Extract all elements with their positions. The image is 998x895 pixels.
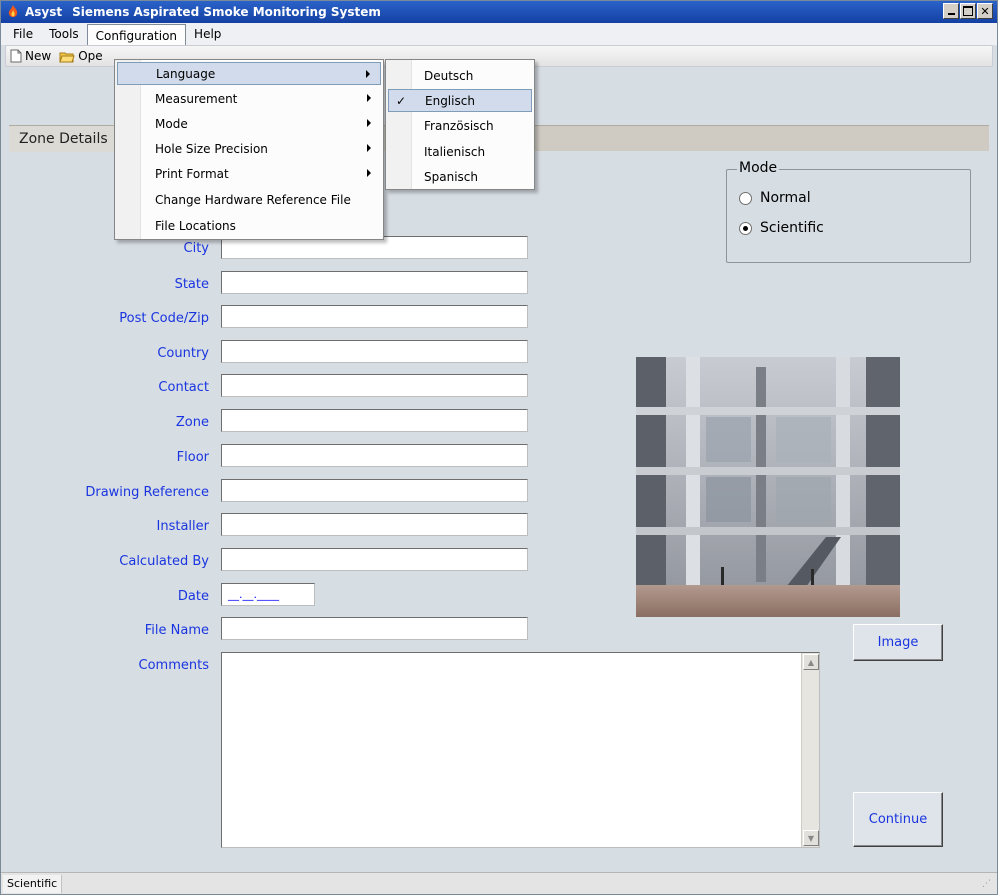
app-name: Asyst <box>25 5 63 19</box>
mode-normal-label: Normal <box>760 190 811 206</box>
app-window: Asyst Siemens Aspirated Smoke Monitoring… <box>0 0 998 895</box>
arrow-up-icon: ▲ <box>807 657 815 667</box>
continue-button[interactable]: Continue <box>853 792 943 847</box>
mode-group: Mode Normal Scientific <box>726 160 971 263</box>
new-button[interactable]: New <box>6 49 55 63</box>
open-folder-icon <box>59 52 75 62</box>
resize-grip-icon[interactable]: ⋰ <box>982 879 994 891</box>
menu-bar: File Tools Configuration Help <box>1 23 997 46</box>
title-bar[interactable]: Asyst Siemens Aspirated Smoke Monitoring… <box>1 1 997 23</box>
checkmark-icon: ✓ <box>396 94 407 108</box>
language-deutsch-item[interactable]: Deutsch <box>388 64 532 87</box>
post-code-label: Post Code/Zip <box>119 311 209 326</box>
language-englisch-item[interactable]: ✓ Englisch <box>388 89 532 112</box>
menu-item-label: Print Format <box>155 166 229 181</box>
flame-icon <box>5 4 21 20</box>
mode-scientific-label: Scientific <box>760 220 824 236</box>
config-measurement-item[interactable]: Measurement <box>117 87 381 110</box>
radio-checked-icon <box>739 221 752 235</box>
menu-configuration[interactable]: Configuration <box>86 24 187 46</box>
status-text: Scientific <box>3 874 63 893</box>
mode-scientific-radio[interactable]: Scientific <box>739 220 824 236</box>
maximize-button[interactable] <box>960 3 976 19</box>
city-label: City <box>183 241 209 256</box>
submenu-arrow-icon <box>367 144 371 152</box>
menu-item-label: Measurement <box>155 91 238 106</box>
submenu-arrow-icon <box>367 169 371 177</box>
drawing-reference-field[interactable] <box>221 479 528 502</box>
country-field[interactable] <box>221 340 528 363</box>
submenu-arrow-icon <box>367 119 371 127</box>
minimize-button[interactable] <box>943 3 959 19</box>
post-code-field[interactable] <box>221 305 528 328</box>
floor-field[interactable] <box>221 444 528 467</box>
installer-field[interactable] <box>221 513 528 536</box>
scroll-down-button[interactable]: ▼ <box>803 830 819 846</box>
contact-label: Contact <box>158 380 209 395</box>
new-button-label: New <box>25 49 52 63</box>
menu-item-label: Französisch <box>424 118 494 133</box>
comments-textarea[interactable]: ▲ ▼ <box>221 652 820 848</box>
new-file-icon <box>10 49 22 63</box>
config-file-locations-item[interactable]: File Locations <box>117 214 381 237</box>
language-franzoesisch-item[interactable]: Französisch <box>388 114 532 137</box>
zone-field[interactable] <box>221 409 528 432</box>
open-button-label: Ope <box>78 49 103 63</box>
menu-item-label: File Locations <box>155 218 236 233</box>
date-field[interactable]: __.__.____ <box>221 583 315 606</box>
language-italienisch-item[interactable]: Italienisch <box>388 140 532 163</box>
config-print-format-item[interactable]: Print Format <box>117 162 381 185</box>
calculated-by-field[interactable] <box>221 548 528 571</box>
arrow-down-icon: ▼ <box>807 833 815 843</box>
calculated-by-label: Calculated By <box>119 554 209 569</box>
submenu-arrow-icon <box>366 70 370 78</box>
tab-zone-details[interactable]: Zone Details <box>9 126 119 152</box>
menu-item-label: Hole Size Precision <box>155 141 268 156</box>
date-label: Date <box>177 589 209 604</box>
state-label: State <box>174 277 209 292</box>
image-button[interactable]: Image <box>853 624 943 661</box>
close-icon: ✕ <box>980 4 990 18</box>
configuration-menu: Language Measurement Mode Hole Size Prec… <box>114 59 384 240</box>
menu-item-label: Englisch <box>425 93 475 108</box>
radio-unchecked-icon <box>739 191 752 205</box>
open-button[interactable]: Ope <box>55 49 106 63</box>
drawing-reference-label: Drawing Reference <box>85 485 209 500</box>
comments-label: Comments <box>138 658 209 673</box>
menu-item-label: Italienisch <box>424 144 486 159</box>
scroll-up-button[interactable]: ▲ <box>803 654 819 670</box>
menu-item-label: Spanisch <box>424 169 478 184</box>
file-name-label: File Name <box>144 623 209 638</box>
menu-tools[interactable]: Tools <box>41 24 87 44</box>
config-hole-size-item[interactable]: Hole Size Precision <box>117 137 381 160</box>
zone-image <box>636 357 900 617</box>
file-name-field[interactable] <box>221 617 528 640</box>
menu-item-label: Deutsch <box>424 68 474 83</box>
zone-label: Zone <box>175 415 209 430</box>
language-menu: Deutsch ✓ Englisch Französisch Italienis… <box>385 59 535 190</box>
menu-item-label: Mode <box>155 116 188 131</box>
floor-label: Floor <box>176 450 209 465</box>
config-mode-item[interactable]: Mode <box>117 112 381 135</box>
menu-item-label: Language <box>156 66 216 81</box>
submenu-arrow-icon <box>367 94 371 102</box>
menu-item-label: Change Hardware Reference File <box>155 192 351 207</box>
config-language-item[interactable]: Language <box>117 62 381 85</box>
window-title: Siemens Aspirated Smoke Monitoring Syste… <box>72 5 381 19</box>
comments-scrollbar[interactable]: ▲ ▼ <box>801 653 819 847</box>
country-label: Country <box>157 346 209 361</box>
mode-normal-radio[interactable]: Normal <box>739 190 811 206</box>
contact-field[interactable] <box>221 374 528 397</box>
menu-file[interactable]: File <box>5 24 41 44</box>
state-field[interactable] <box>221 271 528 294</box>
installer-label: Installer <box>156 519 209 534</box>
status-bar: Scientific ⋰ <box>1 872 997 894</box>
close-button[interactable]: ✕ <box>977 3 993 19</box>
menu-help[interactable]: Help <box>186 24 229 44</box>
mode-group-title: Mode <box>737 160 780 176</box>
language-spanisch-item[interactable]: Spanisch <box>388 165 532 188</box>
config-hardware-ref-item[interactable]: Change Hardware Reference File <box>117 188 381 211</box>
